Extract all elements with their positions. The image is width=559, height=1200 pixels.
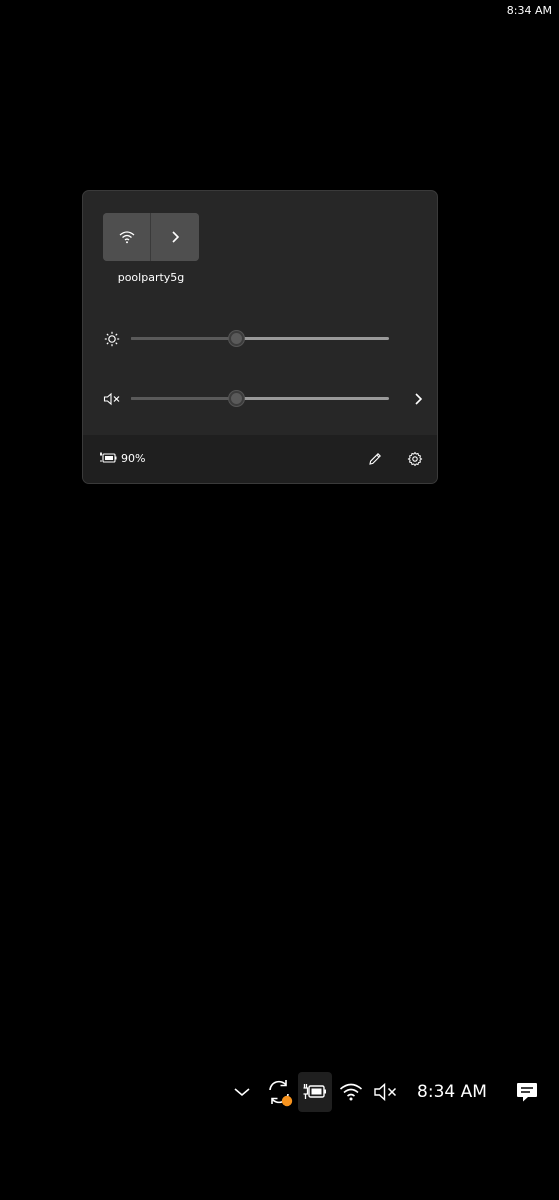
volume-slider-fill	[131, 397, 237, 400]
wifi-tile	[103, 213, 199, 261]
volume-slider-thumb[interactable]	[227, 390, 245, 407]
quick-settings-panel: poolparty5g 90%	[82, 190, 438, 484]
battery-tray-button[interactable]	[298, 1072, 332, 1112]
edit-quick-settings-button[interactable]	[363, 447, 387, 471]
sync-icon	[269, 1080, 293, 1107]
audio-output-button[interactable]	[407, 387, 429, 411]
brightness-slider[interactable]	[131, 330, 389, 347]
pencil-icon	[369, 453, 381, 465]
notification-icon	[517, 1083, 537, 1102]
volume-muted-icon[interactable]	[101, 387, 123, 411]
chevron-right-icon	[172, 231, 180, 243]
brightness-icon	[101, 327, 123, 351]
settings-button[interactable]	[403, 447, 427, 471]
battery-status[interactable]: 90%	[99, 451, 145, 465]
wifi-tile-label: poolparty5g	[117, 271, 185, 284]
battery-charging-icon	[100, 452, 117, 463]
brightness-slider-thumb[interactable]	[227, 330, 245, 347]
battery-percent: 90%	[121, 451, 146, 465]
notifications-button[interactable]	[512, 1072, 542, 1112]
volume-row	[101, 387, 423, 411]
volume-slider[interactable]	[131, 390, 389, 407]
taskbar: 8:34 AM	[0, 1068, 559, 1116]
taskbar-clock[interactable]: 8:34 AM	[410, 1072, 494, 1112]
chevron-down-icon	[234, 1088, 250, 1097]
wifi-expand-button[interactable]	[151, 213, 199, 261]
volume-tray-button[interactable]	[370, 1072, 402, 1112]
panel-footer: 90%	[83, 435, 437, 483]
status-clock: 8:34 AM	[506, 4, 552, 17]
wifi-tray-button[interactable]	[336, 1072, 366, 1112]
brightness-slider-fill	[131, 337, 237, 340]
gear-icon	[407, 451, 423, 467]
wifi-toggle-button[interactable]	[103, 213, 151, 261]
wifi-icon	[119, 231, 134, 244]
update-sync-button[interactable]	[262, 1072, 296, 1112]
update-badge	[281, 1095, 293, 1107]
show-hidden-icons-button[interactable]	[228, 1072, 256, 1112]
battery-charging-icon	[303, 1084, 326, 1099]
chevron-right-icon	[415, 393, 423, 405]
volume-muted-icon	[374, 1082, 397, 1102]
wifi-icon	[339, 1083, 363, 1101]
brightness-row	[101, 327, 421, 351]
